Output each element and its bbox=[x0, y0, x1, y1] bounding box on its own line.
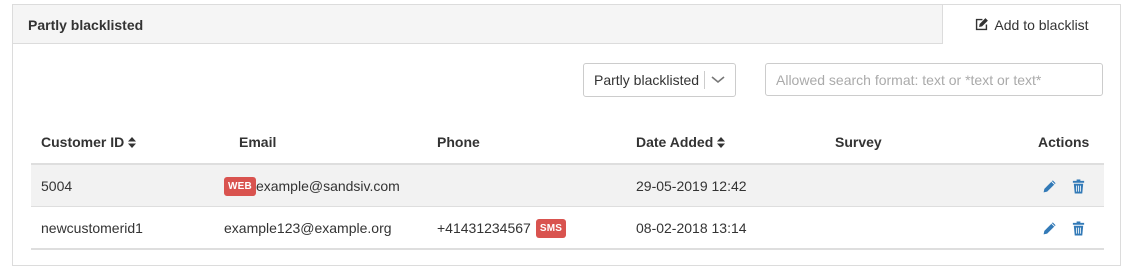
date-added-cell: 29-05-2019 12:42 bbox=[636, 178, 747, 194]
trash-icon[interactable] bbox=[1071, 220, 1086, 236]
column-header-date-added[interactable]: Date Added bbox=[636, 134, 726, 150]
column-header-label: Customer ID bbox=[41, 134, 125, 150]
sort-icon bbox=[717, 136, 726, 148]
email-value: example@sandsiv.com bbox=[255, 178, 400, 194]
panel-header: Partly blacklisted Add to blacklist bbox=[13, 5, 1120, 44]
add-to-blacklist-button[interactable]: Add to blacklist bbox=[942, 5, 1120, 44]
phone-cell: +41431234567 SMS bbox=[437, 207, 567, 249]
table-row: newcustomerid1 example123@example.org +4… bbox=[31, 207, 1104, 250]
web-badge: WEB bbox=[224, 176, 256, 196]
edit-icon bbox=[976, 18, 989, 31]
column-header-survey: Survey bbox=[835, 134, 882, 150]
search-input[interactable] bbox=[765, 63, 1103, 96]
filter-select-value: Partly blacklisted bbox=[594, 72, 700, 88]
customer-id-cell: 5004 bbox=[41, 178, 73, 194]
date-added-cell: 08-02-2018 13:14 bbox=[636, 220, 747, 236]
email-value: example123@example.org bbox=[224, 220, 392, 236]
add-to-blacklist-label: Add to blacklist bbox=[994, 16, 1089, 33]
email-cell: example123@example.org bbox=[224, 207, 392, 249]
row-actions bbox=[1042, 207, 1086, 249]
panel-title: Partly blacklisted bbox=[28, 17, 144, 33]
sort-icon bbox=[128, 136, 137, 148]
column-header-label: Phone bbox=[437, 134, 480, 150]
pencil-icon[interactable] bbox=[1042, 179, 1057, 194]
customer-id-cell: newcustomerid1 bbox=[41, 220, 143, 236]
table-row: 5004 WEB example@sandsiv.com 29-05-2019 … bbox=[31, 165, 1104, 207]
column-header-phone: Phone bbox=[437, 134, 480, 150]
column-header-label: Actions bbox=[1038, 134, 1090, 150]
column-header-label: Date Added bbox=[636, 134, 714, 150]
sms-badge: SMS bbox=[535, 218, 567, 238]
trash-icon[interactable] bbox=[1071, 178, 1086, 194]
pencil-icon[interactable] bbox=[1042, 221, 1057, 236]
phone-value: +41431234567 bbox=[437, 220, 531, 236]
filter-select[interactable]: Partly blacklisted bbox=[583, 63, 736, 97]
column-header-label: Survey bbox=[835, 134, 882, 150]
column-header-customer-id[interactable]: Customer ID bbox=[41, 134, 137, 150]
column-header-actions: Actions bbox=[1038, 134, 1089, 150]
chevron-down-icon bbox=[705, 76, 731, 84]
blacklist-panel: Partly blacklisted Add to blacklist Part… bbox=[12, 4, 1121, 266]
row-actions bbox=[1042, 165, 1086, 207]
email-cell: WEB example@sandsiv.com bbox=[224, 165, 400, 207]
column-header-label: Email bbox=[239, 134, 277, 150]
column-header-email: Email bbox=[239, 134, 276, 150]
